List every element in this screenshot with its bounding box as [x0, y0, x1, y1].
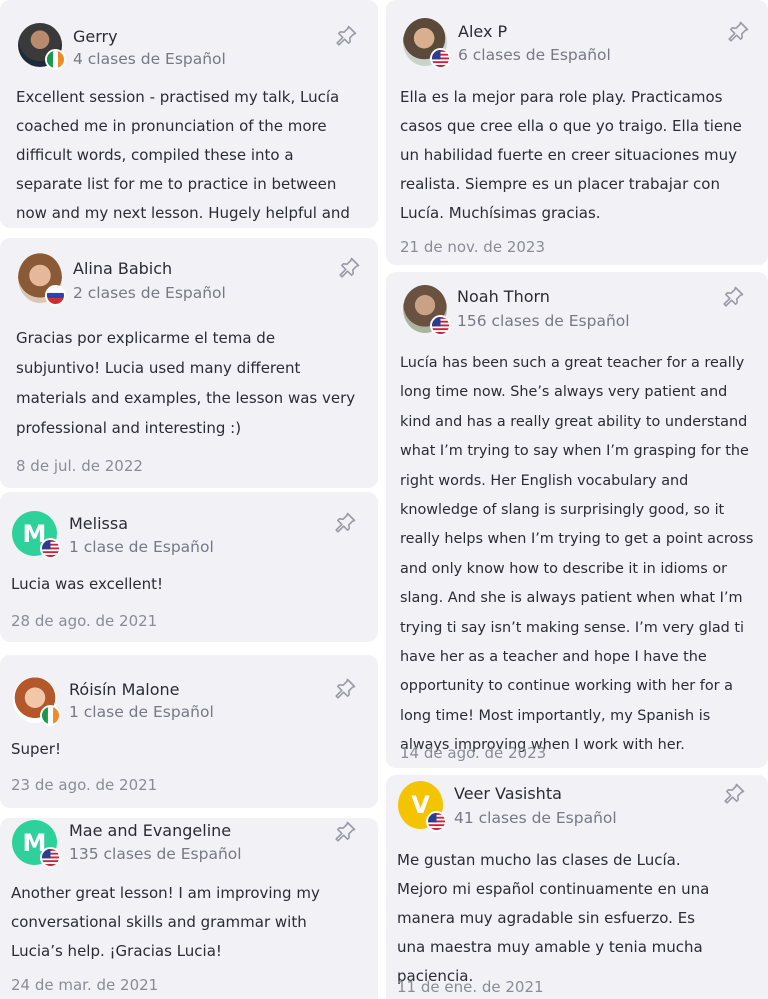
usa-flag-icon — [430, 48, 451, 69]
review-text: Lucia was excellent! — [11, 575, 164, 593]
pin-icon[interactable] — [722, 782, 746, 806]
avatar — [18, 23, 66, 70]
pin-icon[interactable] — [333, 820, 357, 844]
review-date: 24 de mar. de 2021 — [11, 976, 159, 994]
review-text: Another great lesson! I am improving my … — [11, 884, 320, 960]
review-card: M Mae and Evangeline 135 clases de Españ… — [0, 818, 378, 999]
review-text: Excellent session - practised my talk, L… — [16, 88, 350, 222]
review-date: 28 de ago. de 2021 — [11, 612, 158, 630]
avatar: M — [12, 820, 61, 868]
review-date: 11 de ene. de 2021 — [397, 978, 544, 996]
lesson-count: 1 clase de Español — [69, 703, 214, 721]
reviewer-name: Melissa — [69, 514, 129, 533]
lesson-count: 135 clases de Español — [69, 845, 242, 863]
usa-flag-icon — [40, 538, 61, 559]
pin-icon[interactable] — [726, 20, 750, 44]
review-card: Alex P 6 clases de Español Ella es la me… — [386, 0, 768, 265]
reviewer-name: Gerry — [73, 27, 118, 46]
avatar: V — [398, 781, 447, 832]
reviewer-name: Noah Thorn — [457, 287, 550, 306]
usa-flag-icon — [430, 315, 451, 336]
review-text: Gracias por explicarme el tema de subjun… — [16, 329, 356, 437]
review-date: 21 de nov. de 2023 — [400, 238, 545, 256]
review-card: Róisín Malone 1 clase de Español Super! … — [0, 655, 378, 808]
review-date: 8 de jul. de 2022 — [16, 457, 143, 475]
pin-icon[interactable] — [333, 677, 357, 701]
lesson-count: 2 clases de Español — [73, 284, 226, 302]
review-date: 14 de ago. de 2023 — [400, 744, 547, 762]
usa-flag-icon — [40, 847, 61, 868]
review-text: Ella es la mejor para role play. Practic… — [400, 88, 742, 222]
avatar — [13, 677, 61, 726]
lesson-count: 41 clases de Español — [454, 809, 617, 827]
review-card: Alina Babich 2 clases de Español Gracias… — [0, 238, 378, 488]
review-card: Noah Thorn 156 clases de Español Lucía h… — [386, 272, 768, 768]
ireland-flag-icon — [45, 49, 66, 70]
review-date: 23 de ago. de 2021 — [11, 776, 158, 794]
reviewer-name: Róisín Malone — [69, 680, 180, 699]
ireland-flag-icon — [40, 705, 61, 726]
pin-icon[interactable] — [333, 511, 357, 535]
lesson-count: 1 clase de Español — [69, 538, 214, 556]
review-text: Super! — [11, 740, 61, 758]
lesson-count: 6 clases de Español — [458, 46, 611, 64]
review-card: Gerry 4 clases de Español Excellent sess… — [0, 0, 378, 228]
avatar: M — [12, 511, 61, 559]
avatar — [18, 253, 66, 306]
avatar — [403, 285, 451, 336]
reviewer-name: Alina Babich — [73, 259, 173, 278]
reviewer-name: Veer Vasishta — [454, 784, 562, 803]
avatar — [403, 18, 451, 69]
review-card: V Veer Vasishta 41 clases de Español Me … — [386, 775, 768, 999]
lesson-count: 4 clases de Español — [73, 50, 226, 68]
review-text: Me gustan mucho las clases de Lucía. Mej… — [397, 851, 710, 985]
pin-icon[interactable] — [337, 256, 361, 280]
pin-icon[interactable] — [334, 24, 358, 48]
pin-icon[interactable] — [721, 285, 745, 309]
russia-flag-icon — [45, 285, 66, 306]
reviewer-name: Alex P — [458, 22, 508, 41]
lesson-count: 156 clases de Español — [457, 312, 630, 330]
reviewer-name: Mae and Evangeline — [69, 821, 232, 840]
review-text: Lucía has been such a great teacher for … — [400, 355, 754, 754]
usa-flag-icon — [426, 811, 447, 832]
review-card: M Melissa 1 clase de Español Lucia was e… — [0, 492, 378, 642]
